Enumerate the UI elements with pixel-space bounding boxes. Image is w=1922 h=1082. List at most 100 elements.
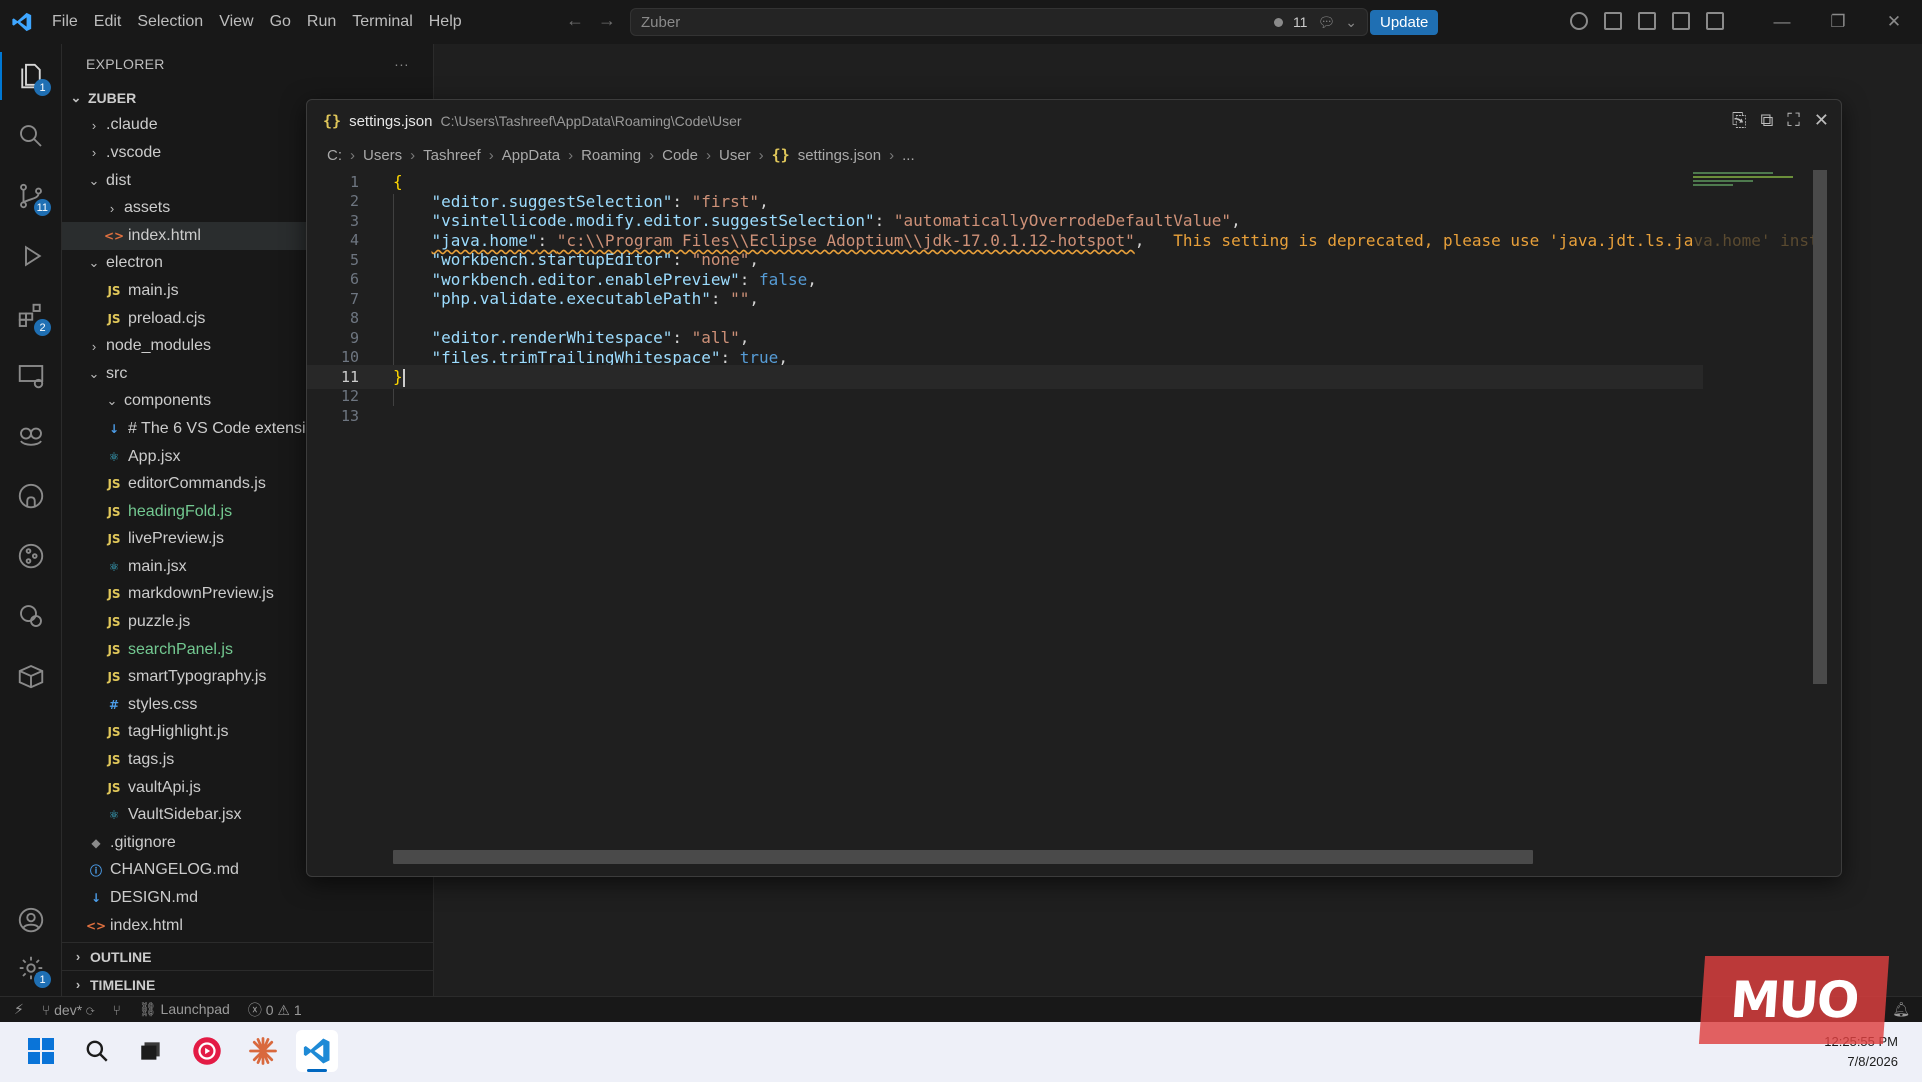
remote-explorer-icon[interactable] bbox=[13, 358, 49, 394]
tree-item-label: searchPanel.js bbox=[128, 640, 233, 658]
toggle-secondary-sidebar-icon[interactable] bbox=[1706, 12, 1724, 30]
close-window-icon[interactable]: ✕ bbox=[1866, 0, 1922, 44]
file-type-icon: JS bbox=[107, 780, 121, 795]
menu-go[interactable]: Go bbox=[262, 13, 299, 31]
explorer-title: EXPLORER bbox=[86, 56, 165, 72]
breadcrumb-file[interactable]: settings.json bbox=[798, 147, 881, 164]
breadcrumb-item[interactable]: Tashreef bbox=[423, 147, 481, 164]
extensions-icon[interactable]: 2 bbox=[13, 298, 51, 336]
code-editor[interactable]: 1 { 2 "editor.suggestSelection": "first"… bbox=[307, 170, 1841, 870]
toggle-panel-icon[interactable] bbox=[1672, 12, 1690, 30]
search-icon[interactable] bbox=[13, 118, 49, 154]
file-type-icon: ⚛ bbox=[108, 449, 120, 464]
update-button[interactable]: Update bbox=[1370, 10, 1439, 35]
menu-bar: File Edit Selection View Go Run Terminal… bbox=[44, 0, 470, 44]
explorer-icon[interactable]: 1 bbox=[13, 58, 51, 96]
branch-indicator[interactable]: ⑂ dev* ⟳ bbox=[42, 1002, 95, 1018]
tree-item-label: # The 6 VS Code extensions bbox=[128, 419, 332, 437]
customize-layout-icon[interactable] bbox=[1604, 12, 1622, 30]
notifications-bell-icon[interactable]: 🔔︎ bbox=[1892, 1001, 1910, 1018]
file-item[interactable]: <> index.html bbox=[62, 912, 433, 940]
windows-start-icon[interactable] bbox=[20, 1030, 62, 1072]
file-type-icon: JS bbox=[107, 615, 121, 630]
line-number: 11 bbox=[340, 367, 359, 386]
window-controls: — ❐ ✕ bbox=[1754, 0, 1922, 44]
package-icon[interactable] bbox=[13, 658, 49, 694]
docker-icon[interactable] bbox=[13, 598, 49, 634]
command-center[interactable]: Zuber 11 💬︎ ⌄ bbox=[630, 8, 1368, 36]
breadcrumb-item[interactable]: AppData bbox=[502, 147, 560, 164]
vscode-logo-icon bbox=[0, 0, 44, 44]
back-arrow-icon[interactable]: ← bbox=[566, 10, 584, 31]
copilot-icon[interactable] bbox=[1570, 12, 1588, 30]
menu-help[interactable]: Help bbox=[421, 13, 470, 31]
breadcrumb-item[interactable]: User bbox=[719, 147, 751, 164]
chevron-down-icon: ⌄ bbox=[88, 255, 100, 271]
account-icon[interactable] bbox=[13, 902, 49, 938]
github-icon[interactable] bbox=[13, 478, 49, 514]
vscode-taskbar-icon[interactable] bbox=[296, 1030, 338, 1072]
breadcrumb-item[interactable]: C: bbox=[327, 147, 342, 164]
tree-item-label: puzzle.js bbox=[128, 613, 191, 631]
outline-section[interactable]: › OUTLINE bbox=[62, 942, 433, 970]
git-graph-status-icon[interactable]: ⑂ bbox=[112, 1002, 120, 1018]
json-file-icon: {} bbox=[323, 112, 342, 130]
toggle-sidebar-icon[interactable] bbox=[1638, 12, 1656, 30]
settings-badge: 1 bbox=[34, 971, 51, 988]
line-number: 6 bbox=[349, 270, 359, 289]
menu-view[interactable]: View bbox=[211, 13, 261, 31]
file-type-icon: # bbox=[108, 697, 120, 712]
taskbar-search-icon[interactable] bbox=[76, 1030, 118, 1072]
copilot-chat-icon[interactable] bbox=[13, 418, 49, 454]
tree-item-label: components bbox=[124, 392, 212, 410]
open-in-editor-icon[interactable]: ⧉ bbox=[1760, 110, 1773, 131]
close-icon[interactable]: ✕ bbox=[1814, 110, 1829, 131]
music-app-icon[interactable] bbox=[186, 1030, 228, 1072]
menu-file[interactable]: File bbox=[44, 13, 86, 31]
gear-icon[interactable]: 1 bbox=[13, 950, 51, 988]
line-number: 3 bbox=[349, 211, 359, 230]
minimize-icon[interactable]: — bbox=[1754, 0, 1810, 44]
breadcrumb-item[interactable]: Code bbox=[662, 147, 698, 164]
remote-icon[interactable]: ⚡︎ bbox=[14, 1001, 24, 1018]
timeline-section[interactable]: › TIMELINE bbox=[62, 970, 433, 998]
warning-icon: ⚠︎ bbox=[277, 1001, 290, 1018]
run-debug-icon[interactable] bbox=[13, 238, 49, 274]
menu-run[interactable]: Run bbox=[299, 13, 344, 31]
more-actions-icon[interactable]: ··· bbox=[394, 56, 409, 72]
menu-terminal[interactable]: Terminal bbox=[344, 13, 420, 31]
source-control-icon[interactable]: 11 bbox=[13, 178, 51, 216]
git-graph-icon[interactable] bbox=[13, 538, 49, 574]
breadcrumb: C: › Users › Tashreef › AppData › Roaming › C… bbox=[307, 142, 1841, 168]
restore-icon[interactable]: ❐ bbox=[1810, 0, 1866, 44]
line-number: 12 bbox=[340, 387, 359, 406]
chat-icon[interactable]: 💬︎ bbox=[1317, 14, 1335, 31]
minimap[interactable] bbox=[1693, 172, 1805, 192]
breadcrumb-item[interactable]: Users bbox=[363, 147, 402, 164]
vertical-scrollbar[interactable] bbox=[1813, 170, 1827, 684]
scm-badge: 11 bbox=[33, 199, 51, 216]
launchpad-item[interactable]: ⛓︎ Launchpad bbox=[139, 1001, 230, 1018]
menu-selection[interactable]: Selection bbox=[129, 13, 211, 31]
breadcrumb-more[interactable]: ... bbox=[902, 147, 915, 164]
title-bar: File Edit Selection View Go Run Terminal… bbox=[0, 0, 1922, 44]
line-number: 13 bbox=[340, 406, 359, 425]
file-type-icon: ◆ bbox=[91, 835, 101, 850]
chevron-down-icon[interactable]: ⌄ bbox=[1345, 14, 1357, 31]
horizontal-scrollbar[interactable] bbox=[393, 850, 1533, 864]
open-changes-icon[interactable]: ⎘ bbox=[1732, 110, 1746, 131]
line-number: 7 bbox=[349, 289, 359, 308]
branch-name: dev* bbox=[54, 1001, 83, 1018]
file-item[interactable]: ↓ DESIGN.md bbox=[62, 884, 433, 912]
workspace-root-label: ZUBER bbox=[88, 89, 137, 106]
claude-app-icon[interactable] bbox=[242, 1030, 284, 1072]
forward-arrow-icon[interactable]: → bbox=[598, 10, 616, 31]
command-center-label: Zuber bbox=[641, 13, 681, 31]
maximize-icon[interactable]: ⛶ bbox=[1787, 110, 1800, 131]
breadcrumb-item[interactable]: Roaming bbox=[581, 147, 641, 164]
menu-edit[interactable]: Edit bbox=[86, 13, 130, 31]
muo-watermark-logo: MUO bbox=[1698, 956, 1890, 1044]
line-number: 10 bbox=[340, 348, 359, 367]
task-view-icon[interactable] bbox=[130, 1030, 172, 1072]
problems-indicator[interactable]: ⓧ 0 ⚠︎ 1 bbox=[248, 1000, 302, 1020]
